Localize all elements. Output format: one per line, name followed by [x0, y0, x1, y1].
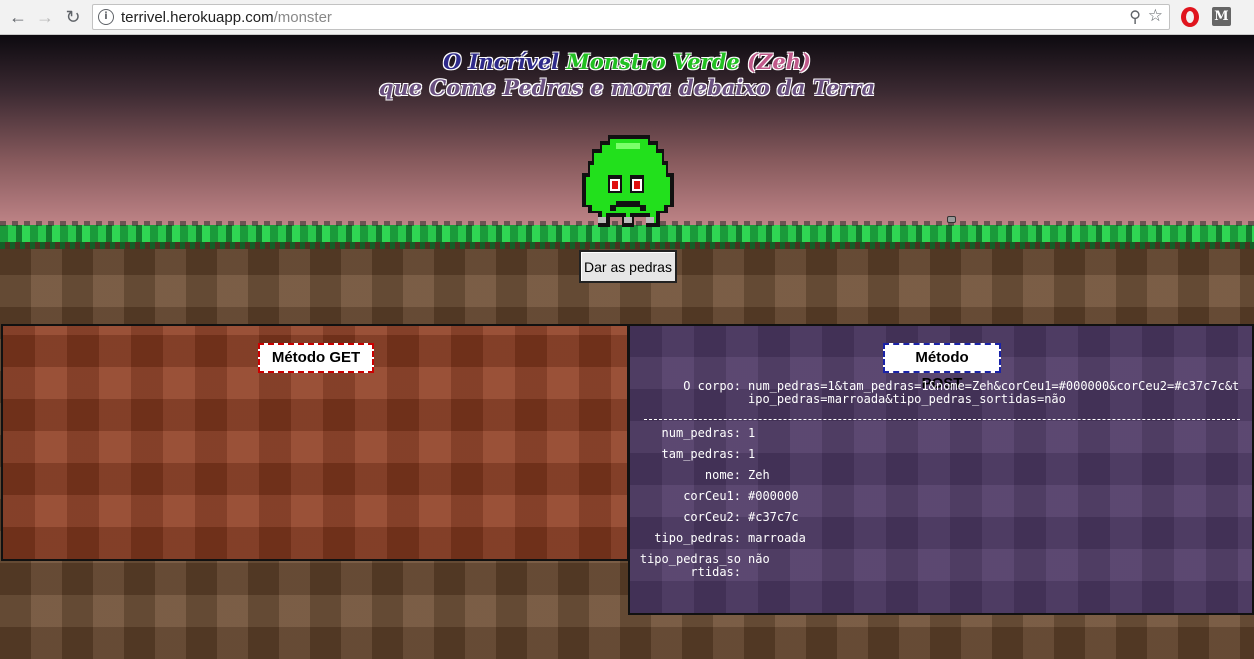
forward-icon[interactable]: →	[34, 6, 56, 28]
page-title: O Incrível Monstro Verde (Zeh) que Come …	[0, 49, 1254, 101]
page-content: O Incrível Monstro Verde (Zeh) que Come …	[0, 35, 1254, 659]
field-key: corCeu1:	[683, 489, 741, 503]
throw-rocks-button[interactable]: Dar as pedras	[579, 250, 677, 283]
field-value: 1	[748, 426, 756, 440]
field-value: marroada	[748, 531, 806, 545]
field-value: #c37c7c	[748, 510, 799, 524]
title-part-1: O Incrível	[443, 49, 560, 74]
info-icon[interactable]: i	[98, 9, 114, 25]
green-monster-image	[582, 135, 674, 227]
field-key: nome:	[704, 468, 741, 482]
reload-icon[interactable]: ↻	[62, 6, 84, 28]
title-part-2: Monstro Verde	[566, 49, 740, 74]
address-bar[interactable]: i terrivel.herokuapp.com/monster ⚲ ☆	[92, 4, 1170, 30]
field-key: tipo_pedras_sortidas:	[639, 552, 741, 579]
field-key: tam_pedras:	[661, 447, 741, 461]
divider	[644, 419, 1240, 420]
body-key: O corpo:	[683, 379, 741, 393]
post-method-label: Método POST	[883, 343, 1001, 392]
field-key: corCeu2:	[683, 510, 741, 524]
title-part-3: (Zeh)	[747, 49, 811, 74]
rock-pebble	[947, 216, 956, 223]
field-value: 1	[748, 447, 756, 461]
get-method-panel: Método GET	[1, 324, 629, 561]
zoom-icon[interactable]: ⚲	[1129, 7, 1141, 27]
post-method-panel: Método POST O corpo: num_pedras=1&tam_pe…	[628, 324, 1254, 615]
field-key: tipo_pedras:	[654, 531, 741, 545]
body-value: num_pedras=1&tam_pedras=1&nome=Zeh&corCe…	[748, 379, 1240, 406]
browser-toolbar: ← → ↻ i terrivel.herokuapp.com/monster ⚲…	[0, 0, 1254, 35]
bookmark-star-icon[interactable]: ☆	[1148, 6, 1163, 26]
field-value: não	[748, 552, 770, 566]
url-path: /monster	[273, 9, 332, 26]
url-text[interactable]: terrivel.herokuapp.com/monster	[121, 9, 332, 26]
field-value: Zeh	[748, 468, 770, 482]
get-method-label: Método GET	[258, 343, 374, 373]
m-extension-icon[interactable]: M	[1212, 7, 1231, 26]
back-icon[interactable]: ←	[7, 6, 29, 28]
opera-extension-icon[interactable]	[1181, 7, 1199, 27]
url-host: terrivel.herokuapp.com	[121, 9, 274, 26]
title-line-2: que Come Pedras e mora debaixo da Terra	[378, 75, 876, 100]
field-key: num_pedras:	[661, 426, 741, 440]
field-value: #000000	[748, 489, 799, 503]
